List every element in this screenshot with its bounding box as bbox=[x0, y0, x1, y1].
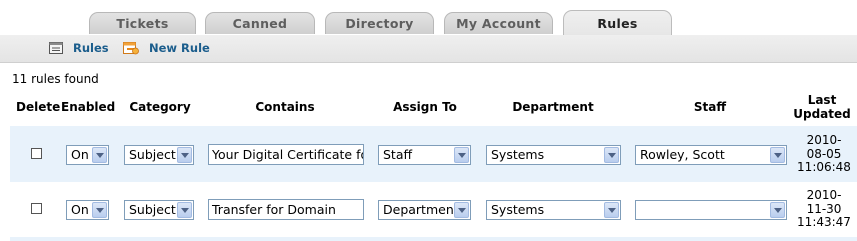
rules-link-label: Rules bbox=[73, 41, 109, 55]
updated-year: 2010- bbox=[806, 133, 842, 147]
new-rule-link[interactable]: New Rule bbox=[123, 40, 210, 56]
col-assign-to: Assign To bbox=[393, 100, 457, 114]
list-window-icon bbox=[49, 42, 63, 54]
col-category: Category bbox=[129, 100, 191, 114]
col-contains: Contains bbox=[255, 100, 315, 114]
rules-toolbar: Rules New Rule bbox=[0, 35, 857, 63]
chevron-down-icon bbox=[604, 147, 619, 163]
chevron-down-icon bbox=[770, 147, 785, 163]
chevron-down-icon bbox=[177, 147, 192, 163]
contains-input[interactable]: Your Digital Certificate for bbox=[208, 144, 364, 165]
tab-rules[interactable]: Rules bbox=[563, 10, 672, 36]
new-rule-icon bbox=[123, 42, 139, 55]
assign-to-select-value: Department bbox=[383, 202, 459, 217]
main-tab-bar: Tickets Canned Replies Directory My Acco… bbox=[0, 0, 857, 53]
chevron-down-icon bbox=[92, 147, 107, 163]
chevron-down-icon bbox=[92, 202, 107, 218]
col-staff: Staff bbox=[693, 100, 727, 114]
delete-checkbox[interactable] bbox=[31, 148, 42, 159]
chevron-down-icon bbox=[177, 202, 192, 218]
table-row bbox=[10, 237, 857, 241]
enabled-select-value: On bbox=[71, 147, 89, 162]
assign-to-select[interactable]: Staff bbox=[378, 145, 471, 165]
staff-select[interactable] bbox=[635, 200, 787, 220]
updated-year: 2010- bbox=[806, 188, 842, 202]
col-enabled: Enabled bbox=[61, 100, 116, 114]
chevron-down-icon bbox=[454, 202, 469, 218]
tab-canned-replies[interactable]: Canned Replies bbox=[205, 12, 315, 53]
col-delete: Delete bbox=[16, 100, 61, 114]
rules-link[interactable]: Rules bbox=[49, 40, 109, 56]
col-last-updated: Last Updated bbox=[793, 93, 851, 121]
delete-checkbox[interactable] bbox=[31, 203, 42, 214]
new-rule-link-label: New Rule bbox=[149, 41, 210, 55]
last-updated-value: 2010- 11-30 11:43:47 bbox=[794, 188, 854, 230]
tab-my-account[interactable]: My Account bbox=[444, 12, 553, 34]
updated-date: 11-30 bbox=[806, 201, 842, 216]
department-select[interactable]: Systems bbox=[486, 145, 621, 165]
category-select-value: Subject bbox=[129, 147, 176, 162]
category-select[interactable]: Subject bbox=[124, 200, 194, 220]
chevron-down-icon bbox=[604, 202, 619, 218]
staff-select[interactable]: Rowley, Scott bbox=[635, 145, 787, 165]
updated-date: 08-05 bbox=[806, 146, 842, 161]
assign-to-select[interactable]: Department bbox=[378, 200, 471, 220]
staff-select-value: Rowley, Scott bbox=[640, 147, 725, 162]
chevron-down-icon bbox=[770, 202, 785, 218]
assign-to-select-value: Staff bbox=[383, 147, 413, 162]
updated-time: 11:06:48 bbox=[797, 160, 851, 174]
category-select[interactable]: Subject bbox=[124, 145, 194, 165]
rules-count: 11 rules found bbox=[12, 72, 99, 86]
tab-tickets[interactable]: Tickets bbox=[89, 12, 196, 34]
chevron-down-icon bbox=[454, 147, 469, 163]
category-select-value: Subject bbox=[129, 202, 176, 217]
contains-input[interactable]: Transfer for Domain bbox=[208, 199, 364, 220]
enabled-select[interactable]: On bbox=[66, 200, 109, 220]
department-select-value: Systems bbox=[491, 147, 545, 162]
enabled-select[interactable]: On bbox=[66, 145, 109, 165]
department-select[interactable]: Systems bbox=[486, 200, 621, 220]
updated-time: 11:43:47 bbox=[797, 215, 851, 229]
department-select-value: Systems bbox=[491, 202, 545, 217]
last-updated-value: 2010- 08-05 11:06:48 bbox=[794, 133, 854, 175]
col-department: Department bbox=[512, 100, 594, 114]
enabled-select-value: On bbox=[71, 202, 89, 217]
tab-directory[interactable]: Directory bbox=[325, 12, 434, 34]
